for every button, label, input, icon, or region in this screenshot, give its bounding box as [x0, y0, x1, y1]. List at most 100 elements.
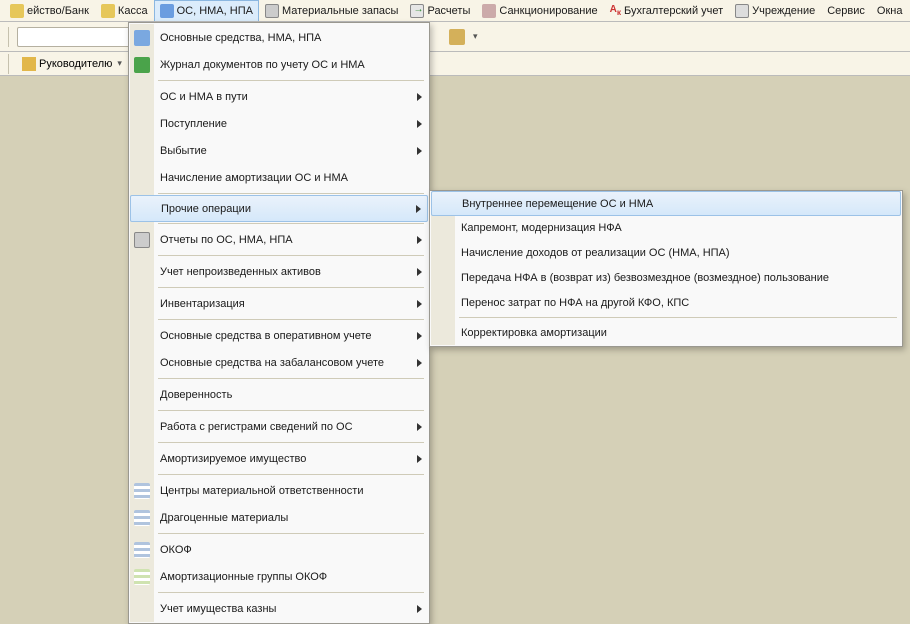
dropdown-os-menu: Основные средства, НМА, НПА Журнал докум… [128, 22, 430, 624]
menu-item-inventarizaciya[interactable]: Инвентаризация [130, 290, 428, 317]
menu-item-amort-imush[interactable]: Амортизируемое имущество [130, 445, 428, 472]
menu-item-label: Амортизируемое имущество [160, 453, 306, 465]
arrow-right-icon [417, 147, 422, 155]
menu-uch[interactable]: Учреждение [729, 0, 821, 21]
menu-item-label: Передача НФА в (возврат из) безвозмездно… [461, 272, 829, 284]
person-icon [22, 57, 36, 71]
grid-icon [134, 483, 150, 499]
submenu-item-peremeshenie[interactable]: Внутреннее перемещение ОС и НМА [431, 191, 901, 216]
menu-label: Расчеты [427, 5, 470, 17]
menu-os-nma-npa[interactable]: ОС, НМА, НПА [154, 0, 259, 21]
arrow-right-icon [417, 605, 422, 613]
arrow-right-icon [417, 268, 422, 276]
wrench-icon[interactable] [449, 29, 465, 45]
arrow-right-icon [417, 120, 422, 128]
menu-label: ейство/Банк [27, 5, 89, 17]
menu-okna[interactable]: Окна [871, 0, 909, 21]
grid-icon [134, 542, 150, 558]
menu-item-label: Центры материальной ответственности [160, 485, 363, 497]
menu-label: Сервис [827, 5, 865, 17]
menu-item-label: Поступление [160, 118, 227, 130]
arrow-right-icon [417, 93, 422, 101]
menu-item-label: Корректировка амортизации [461, 327, 607, 339]
menu-item-nachislenie-amort[interactable]: Начисление амортизации ОС и НМА [130, 164, 428, 191]
menu-item-okof[interactable]: ОКОФ [130, 536, 428, 563]
menu-item-label: Перенос затрат по НФА на другой КФО, КПС [461, 297, 689, 309]
menubar: ейство/Банк Касса ОС, НМА, НПА Материаль… [0, 0, 910, 22]
ruk-button[interactable]: Руководителю ▾ [17, 55, 127, 73]
menu-item-label: Прочие операции [161, 203, 251, 215]
buh-icon: Aк [610, 4, 621, 17]
menu-item-label: ОС и НМА в пути [160, 91, 248, 103]
menu-item-label: Отчеты по ОС, НМА, НПА [160, 234, 293, 246]
menu-item-osnovnye-sredstva[interactable]: Основные средства, НМА, НПА [130, 24, 428, 51]
separator [8, 54, 9, 74]
menu-item-label: Основные средства, НМА, НПА [160, 32, 321, 44]
grid-icon [134, 569, 150, 585]
menu-item-label: Внутреннее перемещение ОС и НМА [462, 198, 653, 210]
menu-item-prochie-operacii[interactable]: Прочие операции [130, 195, 428, 222]
menu-kassa[interactable]: Касса [95, 0, 154, 21]
submenu-prochie-operacii: Внутреннее перемещение ОС и НМА Капремон… [429, 190, 903, 347]
arrow-right-icon [417, 300, 422, 308]
menu-item-label: Работа с регистрами сведений по ОС [160, 421, 353, 433]
journal-icon [134, 57, 150, 73]
menu-buh[interactable]: AкБухгалтерский учет [604, 0, 730, 21]
menu-item-amort-gruppy[interactable]: Амортизационные группы ОКОФ [130, 563, 428, 590]
sank-icon [482, 4, 496, 18]
menu-raschety[interactable]: Расчеты [404, 0, 476, 21]
menu-label: Учреждение [752, 5, 815, 17]
menu-label: Бухгалтерский учет [624, 5, 723, 17]
menu-item-label: Учет непроизведенных активов [160, 266, 321, 278]
menu-item-label: ОКОФ [160, 544, 192, 556]
menu-label: Санкционирование [499, 5, 597, 17]
menu-item-oper-uchet[interactable]: Основные средства в оперативном учете [130, 322, 428, 349]
submenu-item-perenos-zatrat[interactable]: Перенос затрат по НФА на другой КФО, КПС [431, 290, 901, 315]
menu-label: Материальные запасы [282, 5, 399, 17]
submenu-item-dohody[interactable]: Начисление доходов от реализации ОС (НМА… [431, 240, 901, 265]
menu-item-label: Основные средства на забалансовом учете [160, 357, 384, 369]
menu-item-centry-mo[interactable]: Центры материальной ответственности [130, 477, 428, 504]
menu-item-postuplenie[interactable]: Поступление [130, 110, 428, 137]
submenu-item-kapremont[interactable]: Капремонт, модернизация НФА [431, 215, 901, 240]
arrow-right-icon [417, 332, 422, 340]
arrow-right-icon [416, 205, 421, 213]
menu-item-otchety[interactable]: Отчеты по ОС, НМА, НПА [130, 226, 428, 253]
menu-item-label: Амортизационные группы ОКОФ [160, 571, 327, 583]
menu-item-journal[interactable]: Журнал документов по учету ОС и НМА [130, 51, 428, 78]
submenu-item-korrekt-amort[interactable]: Корректировка амортизации [431, 320, 901, 345]
arrow-right-icon [417, 455, 422, 463]
menu-item-label: Драгоценные материалы [160, 512, 288, 524]
menu-item-registry[interactable]: Работа с регистрами сведений по ОС [130, 413, 428, 440]
menu-item-doverennost[interactable]: Доверенность [130, 381, 428, 408]
menu-item-drag-mat[interactable]: Драгоценные материалы [130, 504, 428, 531]
menu-item-label: Доверенность [160, 389, 232, 401]
menu-item-label: Учет имущества казны [160, 603, 276, 615]
arrow-right-icon [417, 359, 422, 367]
chevron-down-icon[interactable]: ▾ [473, 31, 478, 42]
menu-item-zabal-uchet[interactable]: Основные средства на забалансовом учете [130, 349, 428, 376]
menu-item-v-puti[interactable]: ОС и НМА в пути [130, 83, 428, 110]
ras-icon [410, 4, 424, 18]
os-icon [160, 4, 174, 18]
menu-label: Окна [877, 5, 903, 17]
grid-icon [134, 510, 150, 526]
bank-icon [10, 4, 24, 18]
menu-bank[interactable]: ейство/Банк [4, 0, 95, 21]
mz-icon [265, 4, 279, 18]
menu-item-uchet-neproizv[interactable]: Учет непроизведенных активов [130, 258, 428, 285]
report-icon [134, 232, 150, 248]
menu-mz[interactable]: Материальные запасы [259, 0, 405, 21]
menu-item-label: Начисление амортизации ОС и НМА [160, 172, 348, 184]
menu-sank[interactable]: Санкционирование [476, 0, 603, 21]
menu-item-kazna[interactable]: Учет имущества казны [130, 595, 428, 622]
menu-item-vybytie[interactable]: Выбытие [130, 137, 428, 164]
menu-label: ОС, НМА, НПА [177, 5, 253, 17]
uch-icon [735, 4, 749, 18]
chevron-down-icon: ▾ [117, 58, 122, 69]
submenu-item-peredacha[interactable]: Передача НФА в (возврат из) безвозмездно… [431, 265, 901, 290]
menu-service[interactable]: Сервис [821, 0, 871, 21]
menu-label: Касса [118, 5, 148, 17]
menu-item-label: Капремонт, модернизация НФА [461, 222, 622, 234]
separator [8, 27, 9, 47]
